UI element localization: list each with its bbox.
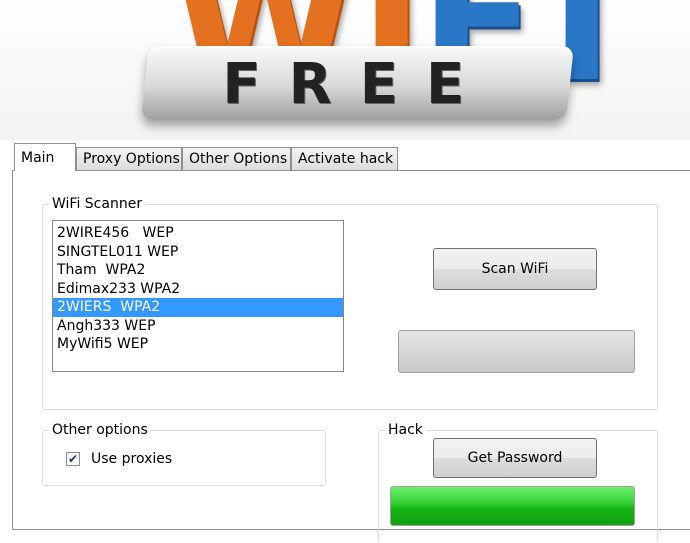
list-item[interactable]: Tham WPA2 <box>53 261 343 280</box>
list-item-selected[interactable]: 2WIERS WPA2 <box>53 298 343 317</box>
wifi-scanner-legend: WiFi Scanner <box>52 196 143 212</box>
list-item[interactable]: SINGTEL011 WEP <box>53 243 343 262</box>
list-item[interactable]: MyWifi5 WEP <box>53 335 343 354</box>
other-options-legend: Other options <box>52 422 148 438</box>
wifi-network-list[interactable]: 2WIRE456 WEP SINGTEL011 WEP Tham WPA2 Ed… <box>52 220 344 372</box>
checkmark-icon: ✔ <box>67 452 79 466</box>
hack-legend: Hack <box>388 422 423 438</box>
tab-main[interactable]: Main <box>14 143 76 171</box>
use-proxies-label[interactable]: Use proxies <box>91 451 172 467</box>
tab-activate-hack[interactable]: Activate hack <box>291 147 398 170</box>
free-plate: FREE <box>141 46 574 120</box>
list-item[interactable]: Angh333 WEP <box>53 317 343 336</box>
hack-progress-fill <box>391 487 634 525</box>
tab-proxy-options[interactable]: Proxy Options <box>76 147 182 170</box>
scan-wifi-button[interactable]: Scan WiFi <box>433 248 597 290</box>
wifi-free-logo-banner: W I F I FREE <box>0 0 690 140</box>
get-password-button[interactable]: Get Password <box>433 438 597 478</box>
use-proxies-row[interactable]: ✔ Use proxies <box>66 449 172 469</box>
tab-other-options[interactable]: Other Options <box>182 147 291 170</box>
scan-progress-bar <box>398 330 635 373</box>
hack-progress-bar <box>390 486 635 526</box>
use-proxies-checkbox[interactable]: ✔ <box>66 452 80 466</box>
list-item[interactable]: 2WIRE456 WEP <box>53 224 343 243</box>
list-item[interactable]: Edimax233 WPA2 <box>53 280 343 299</box>
free-text: FREE <box>222 52 493 117</box>
